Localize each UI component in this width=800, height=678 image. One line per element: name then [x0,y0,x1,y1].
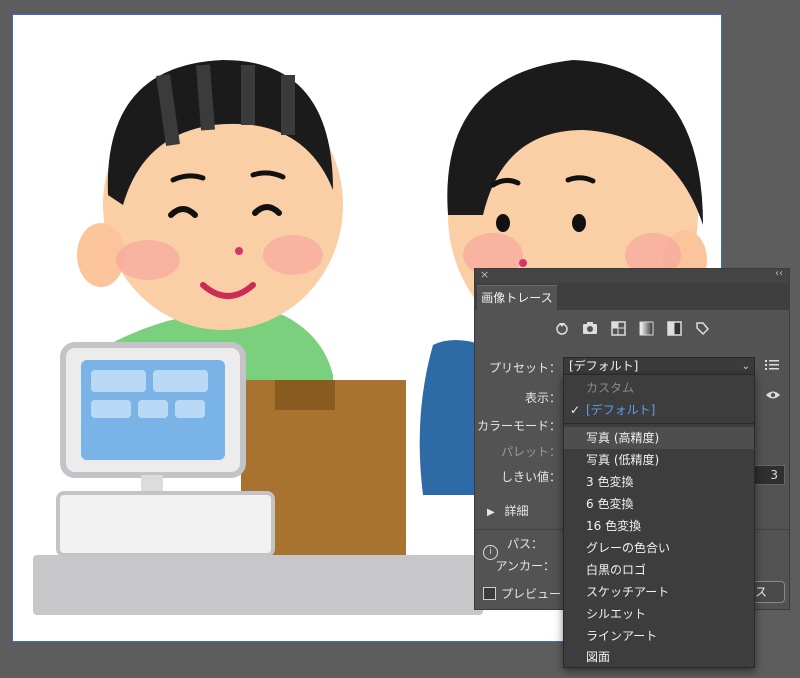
option-label: グレーの色合い [586,541,671,555]
preset-icon-row [553,319,711,339]
option-label: カスタム [586,381,635,395]
tag-icon[interactable] [693,319,711,337]
option-label: シルエット [586,607,647,621]
auto-color-icon[interactable] [553,319,571,337]
preset-option-custom: カスタム [564,377,754,399]
preset-option-6-colors[interactable]: 6 色変換 [564,493,754,515]
option-label: スケッチアート [586,585,670,599]
gradient-icon[interactable] [637,319,655,337]
close-panel-icon[interactable]: × [480,268,489,281]
eye-icon[interactable] [765,389,781,403]
option-label: ラインアート [586,629,658,643]
half-contrast-icon[interactable] [665,319,683,337]
preview-label: プレビュー [501,587,562,601]
preset-menu-icon[interactable] [765,359,779,374]
menu-separator [564,423,754,424]
anchors-label: アンカー： [495,559,555,573]
option-label: 3 色変換 [586,475,634,489]
preset-option-sketched-art[interactable]: スケッチアート [564,581,754,603]
option-label: 白黒のロゴ [586,563,647,577]
details-toggle[interactable]: ▶ 詳細 [487,502,529,519]
details-label: 詳細 [504,504,529,518]
option-label: 16 色変換 [586,519,642,533]
panel-titlebar: × ‹‹ [475,268,789,283]
preset-dropdown-menu: カスタム ✓ [デフォルト] 写真 (高精度) 写真 (低精度) 3 色変換 6… [563,374,755,668]
camera-icon[interactable] [581,319,599,337]
preset-option-technical-drawing[interactable]: 図面 [564,647,754,667]
option-label: 写真 (低精度) [586,453,660,467]
color-mode-label: カラーモード： [476,419,561,433]
preset-option-3-colors[interactable]: 3 色変換 [564,471,754,493]
preset-option-bw-logo[interactable]: 白黒のロゴ [564,559,754,581]
collapse-panel-icon[interactable]: ‹‹ [775,268,783,279]
preset-option-default[interactable]: ✓ [デフォルト] [564,399,754,421]
preview-checkbox[interactable] [483,587,496,600]
chevron-down-icon: ⌄ [741,361,750,372]
preview-toggle[interactable]: プレビュー [483,585,561,602]
tab-image-trace[interactable]: 画像トレース [477,285,557,310]
view-label: 表示： [524,391,561,405]
option-label: 図面 [586,650,611,664]
option-label: 6 色変換 [586,497,634,511]
paths-label: パス： [506,537,543,551]
option-label: 写真 (高精度) [586,431,660,445]
disclosure-triangle-icon: ▶ [487,507,495,518]
preset-option-silhouettes[interactable]: シルエット [564,603,754,625]
preset-option-photo-high[interactable]: 写真 (高精度) [564,427,754,449]
threshold-label: しきい値： [500,470,561,484]
preset-option-shades-of-gray[interactable]: グレーの色合い [564,537,754,559]
preset-option-photo-low[interactable]: 写真 (低精度) [564,449,754,471]
preset-label: プリセット： [489,361,562,375]
palette-label: パレット： [500,445,561,459]
preset-option-16-colors[interactable]: 16 色変換 [564,515,754,537]
preset-option-line-art[interactable]: ラインアート [564,625,754,647]
checkmark-icon: ✓ [570,403,581,417]
option-label: [デフォルト] [586,403,656,417]
grid-icon[interactable] [609,319,627,337]
preset-value: [デフォルト] [569,359,639,373]
